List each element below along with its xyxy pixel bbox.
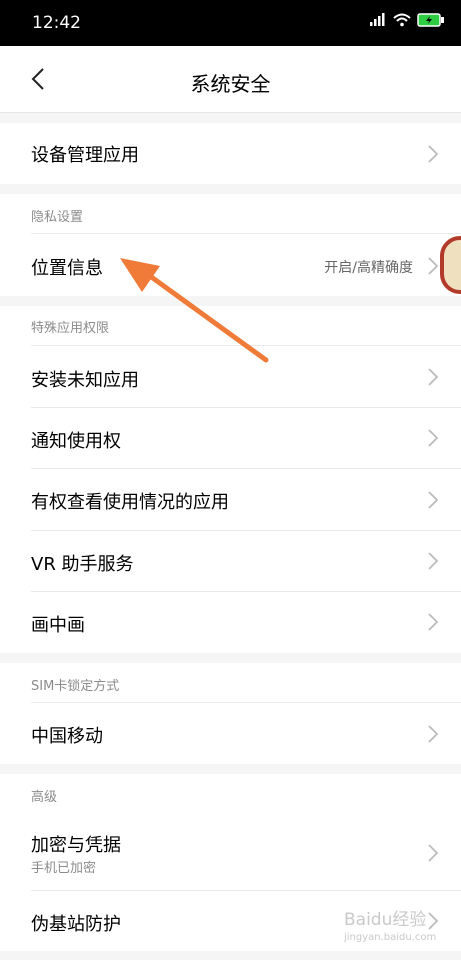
encryption-label: 加密与凭据 bbox=[31, 835, 121, 856]
wifi-icon bbox=[393, 12, 411, 31]
section-label-privacy: 隐私设置 bbox=[31, 210, 84, 225]
pip-row[interactable]: 画中画 bbox=[0, 592, 461, 653]
vr-helper-label: VR 助手服务 bbox=[31, 554, 134, 575]
section-label-sim: SIM卡锁定方式 bbox=[31, 679, 120, 694]
section-label-special: 特殊应用权限 bbox=[31, 321, 110, 336]
usage-access-row[interactable]: 有权查看使用情况的应用 bbox=[0, 469, 461, 531]
section-header-sim: SIM卡锁定方式 bbox=[0, 663, 461, 703]
usage-access-label: 有权查看使用情况的应用 bbox=[31, 492, 229, 513]
status-icons bbox=[369, 12, 445, 31]
vr-helper-row[interactable]: VR 助手服务 bbox=[0, 531, 461, 592]
section-gap bbox=[0, 764, 461, 774]
location-row[interactable]: 位置信息 开启/高精确度 bbox=[0, 234, 461, 296]
status-time: 12:42 bbox=[32, 13, 81, 33]
install-unknown-label: 安装未知应用 bbox=[31, 370, 139, 391]
encryption-sub: 手机已加密 bbox=[31, 861, 97, 876]
chevron-right-icon bbox=[428, 552, 439, 570]
section-gap bbox=[0, 113, 461, 123]
chevron-right-icon bbox=[428, 429, 439, 447]
section-gap bbox=[0, 653, 461, 663]
carrier-label: 中国移动 bbox=[31, 726, 103, 747]
header: 系统安全 bbox=[0, 46, 461, 113]
notification-access-row[interactable]: 通知使用权 bbox=[0, 408, 461, 469]
watermark-brand: Baidu经验 bbox=[344, 910, 427, 930]
pip-label: 画中画 bbox=[31, 615, 85, 636]
status-bar: 12:42 bbox=[0, 0, 461, 46]
section-label-advanced: 高级 bbox=[31, 790, 58, 805]
section-gap bbox=[0, 951, 461, 960]
carrier-row[interactable]: 中国移动 bbox=[0, 703, 461, 764]
device-admin-label: 设备管理应用 bbox=[31, 145, 139, 166]
chevron-right-icon bbox=[428, 912, 439, 930]
section-header-special: 特殊应用权限 bbox=[0, 306, 461, 346]
notification-access-label: 通知使用权 bbox=[31, 431, 121, 452]
section-header-privacy: 隐私设置 bbox=[0, 194, 461, 234]
location-value: 开启/高精确度 bbox=[324, 260, 413, 276]
section-gap bbox=[0, 184, 461, 194]
section-header-advanced: 高级 bbox=[0, 774, 461, 814]
install-unknown-row[interactable]: 安装未知应用 bbox=[0, 346, 461, 408]
section-gap bbox=[0, 296, 461, 306]
device-admin-row[interactable]: 设备管理应用 bbox=[0, 123, 461, 184]
fake-base-station-label: 伪基站防护 bbox=[31, 914, 121, 935]
encryption-row[interactable]: 加密与凭据 手机已加密 bbox=[0, 814, 461, 891]
chevron-right-icon bbox=[428, 725, 439, 743]
chevron-right-icon bbox=[428, 491, 439, 509]
location-label: 位置信息 bbox=[31, 258, 103, 279]
battery-charging-icon bbox=[417, 12, 445, 31]
chevron-right-icon bbox=[428, 368, 439, 386]
decorative-logo-icon bbox=[440, 236, 461, 294]
chevron-right-icon bbox=[428, 844, 439, 862]
chevron-right-icon bbox=[428, 613, 439, 631]
chevron-right-icon bbox=[428, 257, 439, 275]
signal-icon bbox=[369, 13, 387, 30]
page-title: 系统安全 bbox=[190, 72, 271, 96]
watermark-url: jingyan.baidu.com bbox=[344, 932, 437, 943]
chevron-right-icon bbox=[428, 145, 439, 163]
